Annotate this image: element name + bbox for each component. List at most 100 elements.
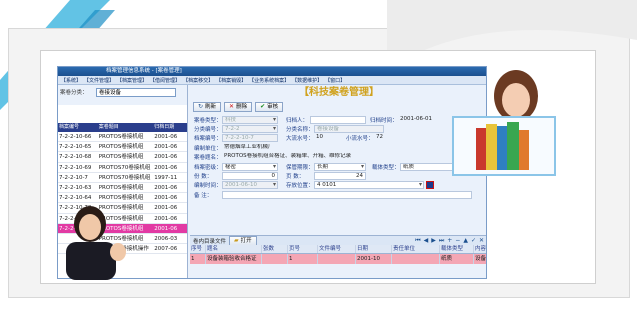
menu-item[interactable]: 【借阅管理】: [150, 77, 180, 84]
table-cell: 2001-06: [154, 195, 178, 202]
refresh-label: 刷新: [205, 104, 217, 110]
nav-button-icon[interactable]: −: [455, 237, 460, 245]
unit-field[interactable]: 常德烟草工业机械厂: [222, 144, 302, 152]
menu-item[interactable]: 【系统】: [61, 77, 81, 84]
table-cell: 7-2-2-10-63: [59, 184, 92, 191]
folder-icon: ▰: [234, 236, 239, 244]
column-header[interactable]: 载体类型: [440, 245, 474, 253]
big-flow-field[interactable]: 10: [314, 134, 344, 142]
note-field[interactable]: [222, 190, 472, 199]
contents-body: 1设备装箱验收合格证12001-10纸质设备装箱验收合格证明书: [190, 254, 486, 264]
table-cell: 7-2-2-10-66: [59, 134, 92, 140]
menu-item[interactable]: 【数据维护】: [292, 77, 322, 84]
filer-field[interactable]: [310, 115, 366, 124]
archive-form: 案卷类型： 科技 归档人： 归档时间： 2001-06-01 分类编号： 7-2…: [190, 113, 486, 202]
category-label: 案卷分类：: [60, 90, 88, 96]
column-header[interactable]: 题名: [206, 245, 262, 253]
menu-item[interactable]: 【文件管理】: [84, 77, 114, 84]
volume-contents-bar: 卷内目录文件 ▰ 打开 ⏮ ◀ ▶ ⏭ + − ▲ ✓ ✕: [190, 235, 486, 246]
file-date-field[interactable]: 2001-06-01: [398, 116, 458, 124]
table-cell: 2001-06: [154, 205, 178, 212]
nav-button-icon[interactable]: ✕: [479, 237, 484, 245]
column-header[interactable]: 责任单位: [392, 245, 440, 253]
table-row[interactable]: 7-2-2-10-7 PROTOS70卷接机组 1997-11: [58, 173, 187, 183]
table-row[interactable]: 7-2-2-10-65 PROTOS卷接机组 2001-06: [58, 142, 187, 153]
table-cell: PROTOS卷接机组: [98, 154, 144, 161]
edit-date-field[interactable]: 2001-06-10: [222, 181, 278, 190]
unit-label: 编制单位：: [194, 145, 222, 152]
contents-header: 序号题名张数页号文件编号日期责任单位载体类型内容描述: [190, 245, 486, 254]
class-no-select[interactable]: 7-2-2: [222, 125, 278, 134]
column-header[interactable]: 张数: [262, 245, 288, 253]
table-cell: 2001-06: [154, 215, 178, 222]
col-title[interactable]: 案卷题目: [98, 123, 154, 132]
table-row[interactable]: 7-2-2-10-66 PROTOS卷接机组 2001-06: [58, 132, 187, 143]
table-cell: PROTOS卷接机组: [98, 134, 144, 140]
table-row[interactable]: 7-2-2-10-68 PROTOS卷接机组 2001-06: [58, 152, 187, 163]
table-cell: 2001-10: [356, 254, 392, 264]
nav-button-icon[interactable]: +: [447, 237, 452, 245]
class-name-label: 分类名称：: [286, 127, 314, 134]
table-row[interactable]: 1设备装箱验收合格证12001-10纸质设备装箱验收合格证明书: [190, 254, 486, 264]
menu-item[interactable]: 【业务系统档案】: [249, 77, 289, 84]
table-cell: 2001-06: [154, 164, 178, 171]
screenshot-stage: 档案管理信息系统 - [案卷管理] 【系统】 【文件管理】 【档案管理】 【借阅管理】…: [0, 0, 637, 310]
nav-button-icon[interactable]: ▶: [431, 237, 436, 245]
column-header[interactable]: 页号: [288, 245, 318, 253]
refresh-button[interactable]: ↻ 刷新: [193, 102, 222, 112]
small-flow-label: 小流水号：: [346, 136, 374, 143]
table-row[interactable]: 7-2-2-10-63 PROTOS卷接机组 2001-06: [58, 183, 187, 194]
check-icon: ✔: [260, 103, 266, 110]
type-label: 案卷类型：: [194, 117, 222, 124]
pages-label: 页 数：: [286, 174, 305, 181]
small-flow-field[interactable]: 72: [374, 134, 404, 142]
secret-select[interactable]: 秘密: [222, 162, 278, 171]
menu-item[interactable]: 【档案销毁】: [216, 77, 246, 84]
table-cell: 7-2-2-10-68: [59, 154, 92, 161]
col-file-date[interactable]: 归档日期: [153, 123, 187, 132]
col-archive-no[interactable]: 档案编号: [58, 123, 98, 132]
delete-icon: ✕: [229, 103, 235, 110]
location-select[interactable]: 4 0101: [314, 181, 424, 190]
open-button[interactable]: ▰ 打开: [229, 235, 257, 246]
table-cell: 纸质: [440, 254, 474, 264]
category-filter: 案卷分类： 卷接设备: [58, 85, 187, 105]
table-row[interactable]: 7-2-2-10-69 PROTOS70卷接机组 2001-06: [58, 163, 187, 173]
table-cell: 1: [288, 254, 318, 264]
table-cell: 7-2-2-10-69: [59, 164, 92, 171]
location-picker-button[interactable]: [426, 181, 434, 190]
table-cell: 2001-06: [154, 134, 178, 140]
audit-button[interactable]: ✔ 审核: [255, 102, 284, 112]
page-title: 【科技案卷管理】: [299, 87, 379, 98]
class-name-field[interactable]: 卷接设备: [314, 125, 384, 134]
table-cell: [262, 254, 288, 264]
column-header[interactable]: 内容描述: [474, 245, 486, 253]
nav-button-icon[interactable]: ◀: [424, 237, 429, 245]
title-field[interactable]: PROTOS卷接机组合格证、装箱单、开箱、维修记录: [222, 153, 422, 161]
nav-button-icon[interactable]: ▲: [463, 237, 468, 245]
pages-field[interactable]: 24: [314, 172, 366, 181]
table-cell: PROTOS70卷接机组: [98, 164, 151, 171]
delete-button[interactable]: ✕ 删除: [224, 102, 253, 112]
nav-button-icon[interactable]: ✓: [471, 237, 476, 245]
category-select[interactable]: 卷接设备: [96, 88, 176, 97]
archive-no-field[interactable]: 7-2-2-10-7: [222, 134, 278, 143]
type-select[interactable]: 科技: [222, 115, 278, 124]
menu-item[interactable]: 【档案管理】: [117, 77, 147, 84]
menu-item[interactable]: 【档案移交】: [183, 77, 213, 84]
toolbar: ↻ 刷新 ✕ 删除 ✔ 审核: [190, 101, 486, 113]
column-header[interactable]: 日期: [356, 245, 392, 253]
table-cell: 7-2-2-10-65: [59, 144, 92, 151]
column-header[interactable]: 文件编号: [318, 245, 356, 253]
edit-date-label: 编制时间：: [194, 183, 222, 190]
secret-label: 档案密级：: [194, 164, 222, 171]
column-header[interactable]: 序号: [190, 245, 206, 253]
nav-button-icon[interactable]: ⏭: [439, 237, 444, 245]
archive-no-label: 档案编号：: [194, 136, 222, 143]
keep-select[interactable]: 长期: [314, 162, 366, 171]
count-field[interactable]: 0: [222, 172, 278, 181]
nav-button-icon[interactable]: ⏮: [415, 237, 420, 245]
menu-item[interactable]: 【窗口】: [325, 77, 345, 84]
title-label: 案卷题名：: [194, 155, 222, 162]
delete-label: 删除: [236, 104, 248, 110]
